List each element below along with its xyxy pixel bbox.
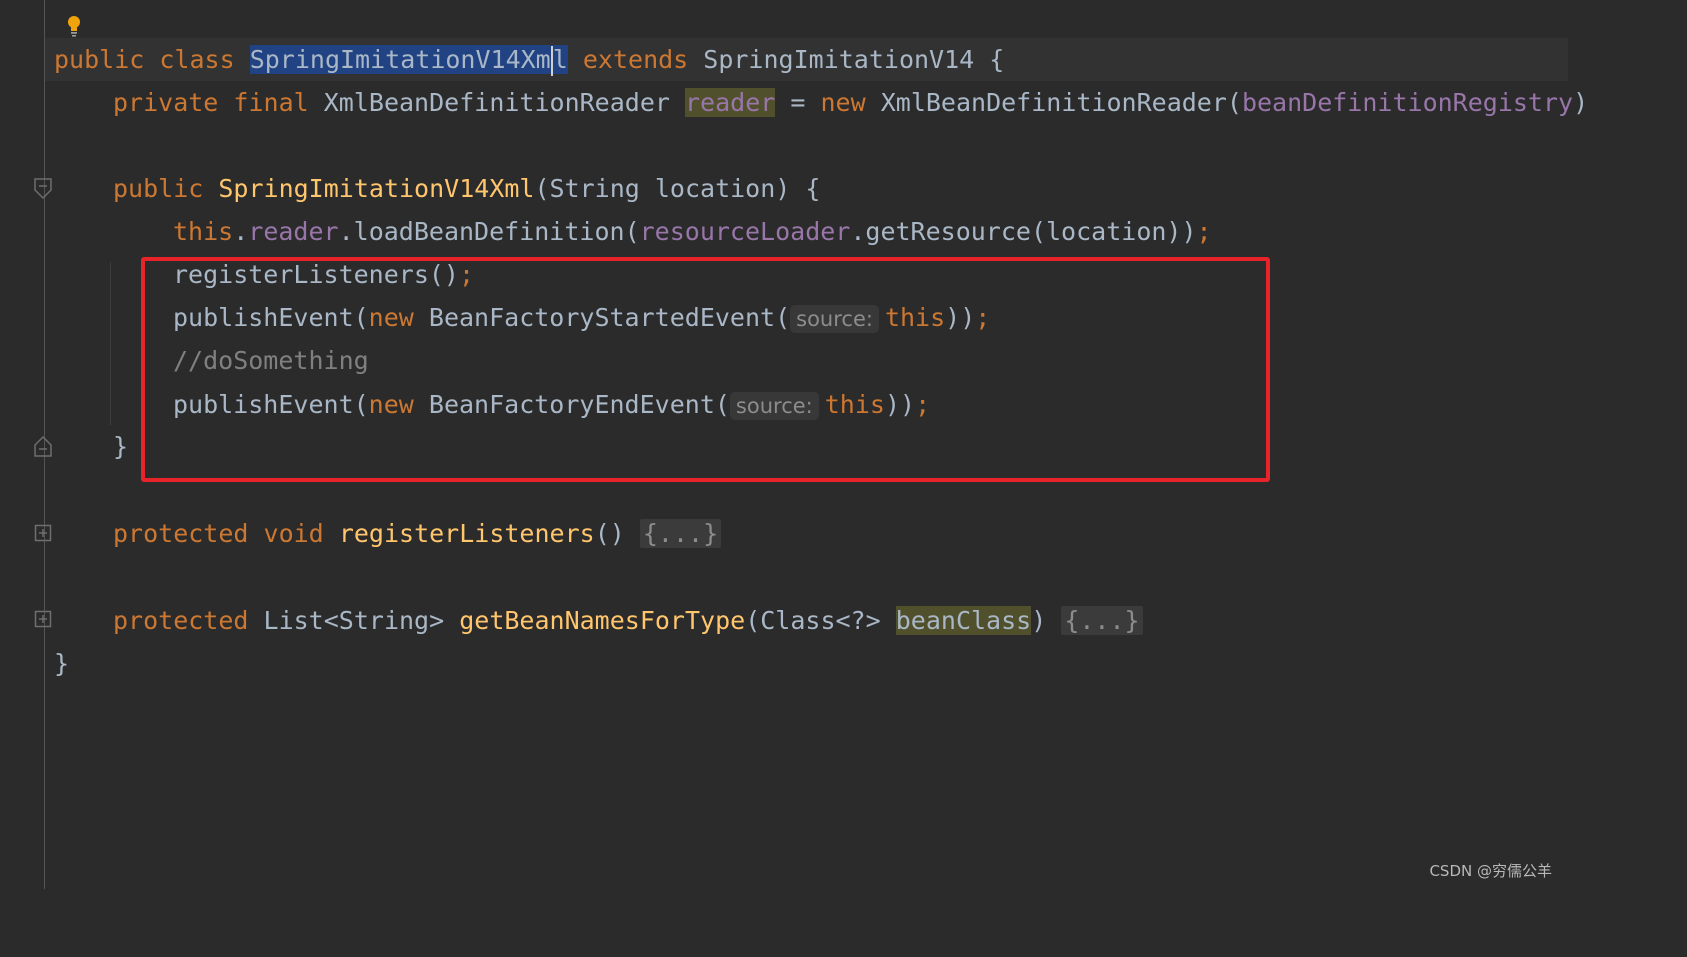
super-class-name: SpringImitationV14 bbox=[703, 45, 975, 74]
dot: . bbox=[233, 217, 249, 246]
parameter-list: () bbox=[594, 519, 625, 548]
paren: ) bbox=[1573, 88, 1589, 117]
code-line-class-declaration[interactable]: public class SpringImitationV14Xml exten… bbox=[54, 38, 1004, 81]
parameter-list: (Class<?> bbox=[745, 606, 881, 635]
keyword: protected bbox=[113, 606, 249, 635]
keyword: this bbox=[173, 217, 234, 246]
keyword: new bbox=[820, 88, 866, 117]
parameter-name-highlighted: beanClass bbox=[895, 606, 1032, 635]
keyword: protected bbox=[113, 519, 249, 548]
fold-close-icon[interactable] bbox=[34, 435, 52, 457]
semicolon: ; bbox=[1196, 217, 1212, 246]
class-name-tail: l bbox=[552, 45, 568, 74]
watermark-text: CSDN @穷儒公羊 bbox=[1429, 862, 1552, 880]
method-call: .getResource(location)) bbox=[850, 217, 1197, 246]
class-name: SpringImitationV14Xm bbox=[249, 45, 551, 74]
code-line-constructor-close[interactable]: } bbox=[113, 425, 128, 468]
field-reference: resourceLoader bbox=[639, 217, 851, 246]
keyword: extends bbox=[582, 45, 689, 74]
selected-class-name[interactable]: SpringImitationV14Xml bbox=[249, 45, 568, 76]
type-name: XmlBeanDefinitionReader bbox=[323, 88, 670, 117]
fold-expand-icon[interactable] bbox=[34, 609, 52, 631]
code-line-get-bean-names-method[interactable]: protected List<String> getBeanNamesForTy… bbox=[113, 599, 1143, 642]
constructor-name: SpringImitationV14Xml bbox=[218, 174, 535, 203]
field-reference: beanDefinitionRegistry bbox=[1241, 88, 1574, 117]
keyword: private bbox=[113, 88, 219, 117]
paren: ) bbox=[1031, 606, 1047, 635]
field-name-highlighted: reader bbox=[685, 88, 776, 117]
code-line-load-bean-definition[interactable]: this.reader.loadBeanDefinition(resourceL… bbox=[173, 210, 1212, 253]
code-line-field-declaration[interactable]: private final XmlBeanDefinitionReader re… bbox=[113, 81, 1588, 124]
method-name: getBeanNamesForType bbox=[459, 606, 746, 635]
method-call: .loadBeanDefinition( bbox=[338, 217, 640, 246]
fold-expand-icon[interactable] bbox=[34, 523, 52, 545]
operator: = bbox=[790, 88, 806, 117]
code-line-class-close[interactable]: } bbox=[54, 642, 69, 685]
intention-bulb-icon[interactable] bbox=[66, 15, 82, 37]
keyword: void bbox=[263, 519, 324, 548]
keyword: final bbox=[233, 88, 309, 117]
brace: { bbox=[989, 45, 1005, 74]
keyword: public bbox=[54, 45, 145, 74]
red-highlight-box bbox=[141, 257, 1270, 482]
keyword: class bbox=[159, 45, 235, 74]
folded-region[interactable]: {...} bbox=[639, 519, 722, 548]
method-name: registerListeners bbox=[338, 519, 595, 548]
field-reference: reader bbox=[248, 217, 339, 246]
code-editor[interactable]: public class SpringImitationV14Xml exten… bbox=[0, 0, 1588, 889]
parameter-list: (String location) { bbox=[534, 174, 821, 203]
code-line-register-listeners-method[interactable]: protected void registerListeners() {...} bbox=[113, 512, 722, 555]
brace: } bbox=[113, 432, 129, 461]
indent-guide bbox=[110, 262, 111, 425]
folded-region[interactable]: {...} bbox=[1061, 606, 1143, 635]
constructor-call: XmlBeanDefinitionReader( bbox=[880, 88, 1242, 117]
brace: } bbox=[54, 649, 70, 678]
return-type: List<String> bbox=[263, 606, 445, 635]
keyword: public bbox=[113, 174, 204, 203]
code-line-constructor-signature[interactable]: public SpringImitationV14Xml(String loca… bbox=[113, 167, 820, 210]
fold-open-icon[interactable] bbox=[34, 178, 52, 200]
